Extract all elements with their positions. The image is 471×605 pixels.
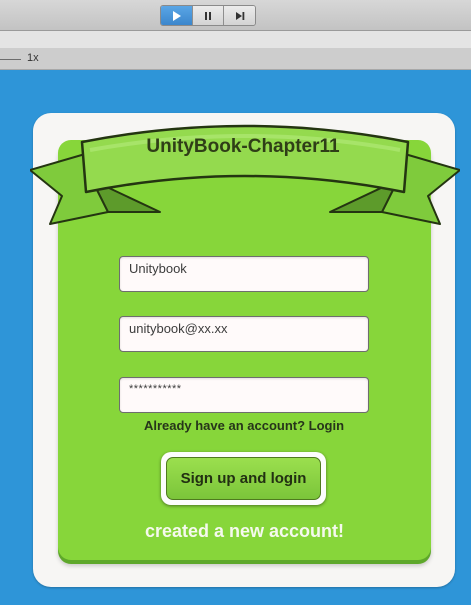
play-button[interactable] bbox=[161, 6, 193, 25]
scale-control[interactable]: 1x bbox=[0, 48, 471, 70]
banner-title: UnityBook-Chapter11 bbox=[146, 136, 340, 157]
step-icon bbox=[235, 11, 244, 20]
email-field[interactable]: unitybook@xx.xx bbox=[119, 316, 369, 352]
status-message: created a new account! bbox=[144, 521, 345, 541]
step-button[interactable] bbox=[224, 6, 255, 25]
scale-slider-track[interactable] bbox=[0, 59, 21, 60]
password-value: *********** bbox=[129, 383, 182, 395]
password-field[interactable]: *********** bbox=[119, 377, 369, 413]
signup-button-label: Sign up and login bbox=[166, 457, 321, 500]
login-link[interactable]: Already have an account? Login bbox=[119, 418, 369, 433]
signup-button[interactable]: Sign up and login bbox=[161, 452, 326, 505]
scale-label: 1x bbox=[27, 52, 39, 64]
editor-toolbar bbox=[0, 0, 471, 31]
playback-controls bbox=[160, 5, 256, 26]
game-view-bar bbox=[0, 31, 471, 48]
username-field[interactable]: Unitybook bbox=[119, 256, 369, 292]
pause-icon bbox=[205, 11, 211, 20]
email-value: unitybook@xx.xx bbox=[129, 321, 228, 336]
username-value: Unitybook bbox=[129, 261, 187, 276]
play-icon bbox=[173, 10, 182, 21]
pause-button[interactable] bbox=[192, 6, 225, 25]
